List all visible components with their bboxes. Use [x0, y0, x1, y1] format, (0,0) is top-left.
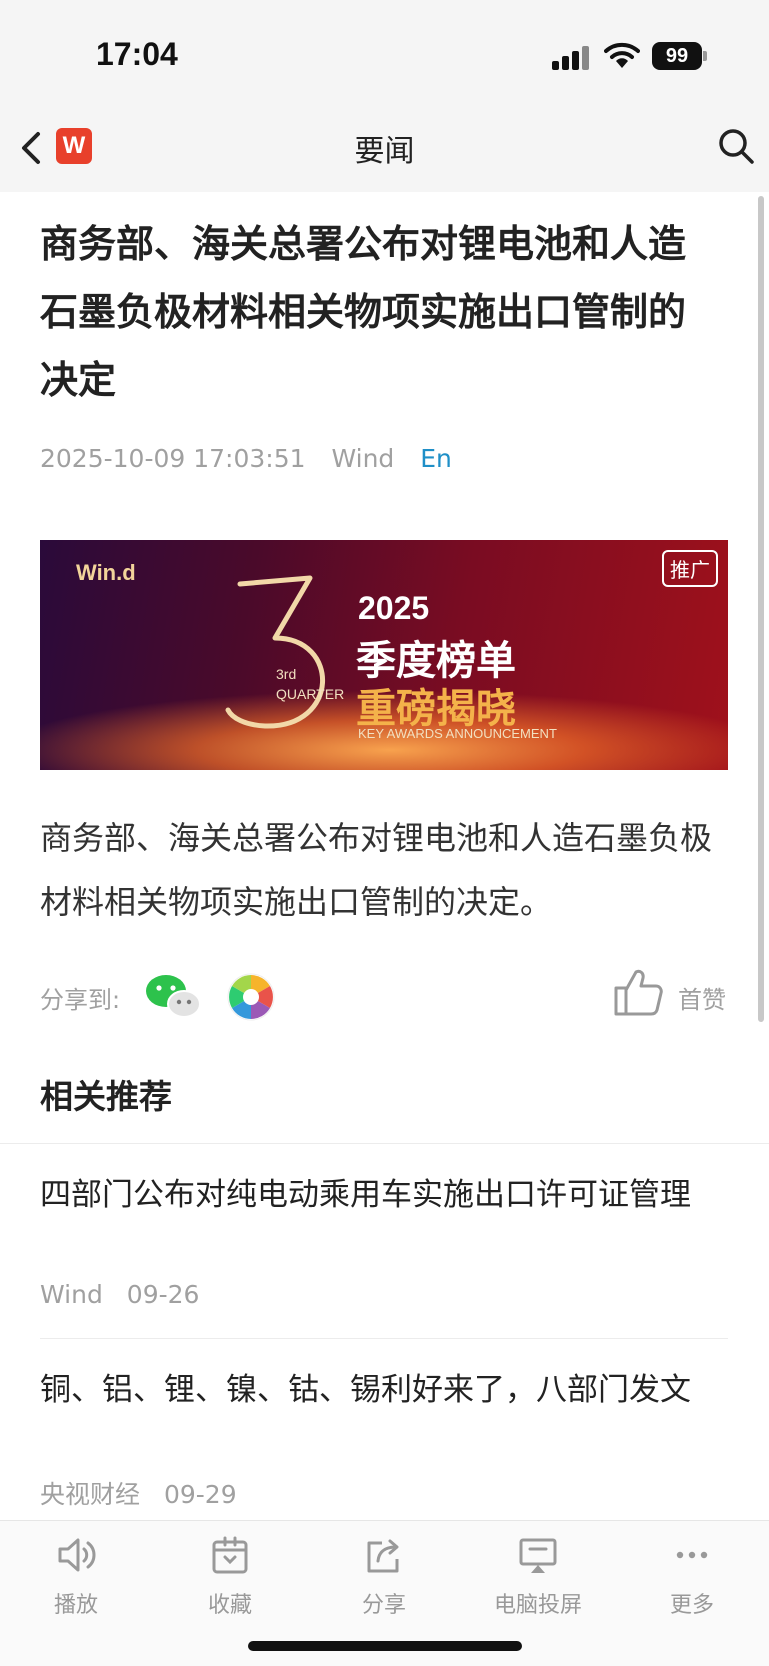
- divider: [40, 1338, 728, 1339]
- article-meta: 2025-10-09 17:03:51 Wind En: [40, 444, 470, 473]
- tool-label: 电脑投屏: [493, 1593, 582, 1618]
- home-indicator[interactable]: [248, 1641, 522, 1651]
- quarter-numeral-graphic: [225, 575, 325, 729]
- article-datetime: 2025-10-09 17:03:51: [40, 444, 306, 473]
- promo-banner[interactable]: Win.d 推广 3rd QUARTER 2025 季度榜单 重磅揭晓 KEY …: [40, 540, 728, 770]
- search-icon[interactable]: [716, 126, 756, 166]
- related-item-meta: 央视财经 09-29: [40, 1475, 253, 1511]
- bookmark-icon: [212, 1536, 248, 1574]
- related-item-title[interactable]: 四部门公布对纯电动乘用车实施出口许可证管理: [40, 1172, 730, 1218]
- wifi-icon: [604, 42, 640, 68]
- article-source: Wind: [331, 444, 395, 473]
- quarter-label: 3rd: [276, 666, 297, 682]
- related-heading: 相关推荐: [40, 1077, 172, 1116]
- moments-icon[interactable]: [226, 972, 276, 1022]
- battery-indicator: 99: [652, 42, 702, 70]
- tool-label: 分享: [361, 1593, 406, 1618]
- like-label[interactable]: 首赞: [678, 980, 726, 1015]
- share-icon: [367, 1539, 399, 1573]
- quarter-label-2: QUARTER: [276, 686, 345, 702]
- scrollbar[interactable]: [758, 196, 764, 1022]
- related-item-title[interactable]: 铜、铝、锂、镍、钴、锡利好来了，八部门发文: [40, 1367, 730, 1413]
- more-icon: [676, 1551, 708, 1559]
- banner-year: 2025: [358, 590, 430, 626]
- related-item-date: 09-26: [126, 1280, 200, 1309]
- speaker-icon: [58, 1538, 96, 1572]
- tool-label: 更多: [669, 1593, 714, 1618]
- share-button[interactable]: 分享: [324, 1533, 444, 1619]
- signal-icon: [552, 44, 592, 70]
- status-bar: 17:04 99: [0, 0, 769, 100]
- promo-tag: 推广: [662, 550, 718, 587]
- tool-label: 收藏: [207, 1593, 252, 1618]
- article-title: 商务部、海关总署公布对锂电池和人造石墨负极材料相关物项实施出口管制的决定: [40, 222, 687, 402]
- status-time: 17:04: [96, 36, 178, 72]
- nav-bar: W 要闻: [0, 100, 769, 192]
- cast-icon: [519, 1538, 557, 1573]
- related-item-source: Wind: [40, 1280, 103, 1309]
- related-item-source: 央视财经: [40, 1480, 141, 1509]
- tool-label: 播放: [53, 1593, 98, 1618]
- play-button[interactable]: 播放: [16, 1533, 136, 1619]
- language-toggle[interactable]: En: [420, 444, 452, 473]
- battery-nub: [703, 51, 707, 61]
- related-item-date: 09-29: [163, 1480, 237, 1509]
- article-body: 商务部、海关总署公布对锂电池和人造石墨负极材料相关物项实施出口管制的决定。: [40, 819, 713, 921]
- banner-subtitle: KEY AWARDS ANNOUNCEMENT: [358, 726, 557, 741]
- page-title: 要闻: [354, 134, 415, 169]
- thumbs-up-icon[interactable]: [612, 966, 664, 1018]
- related-item-meta: Wind 09-26: [40, 1280, 215, 1309]
- favorite-button[interactable]: 收藏: [170, 1533, 290, 1619]
- wechat-icon[interactable]: [144, 972, 202, 1020]
- more-button[interactable]: 更多: [632, 1533, 752, 1619]
- divider: [0, 1143, 769, 1144]
- cast-button[interactable]: 电脑投屏: [478, 1533, 598, 1619]
- banner-brand: Win.d: [76, 560, 136, 585]
- share-label: 分享到:: [40, 986, 121, 1014]
